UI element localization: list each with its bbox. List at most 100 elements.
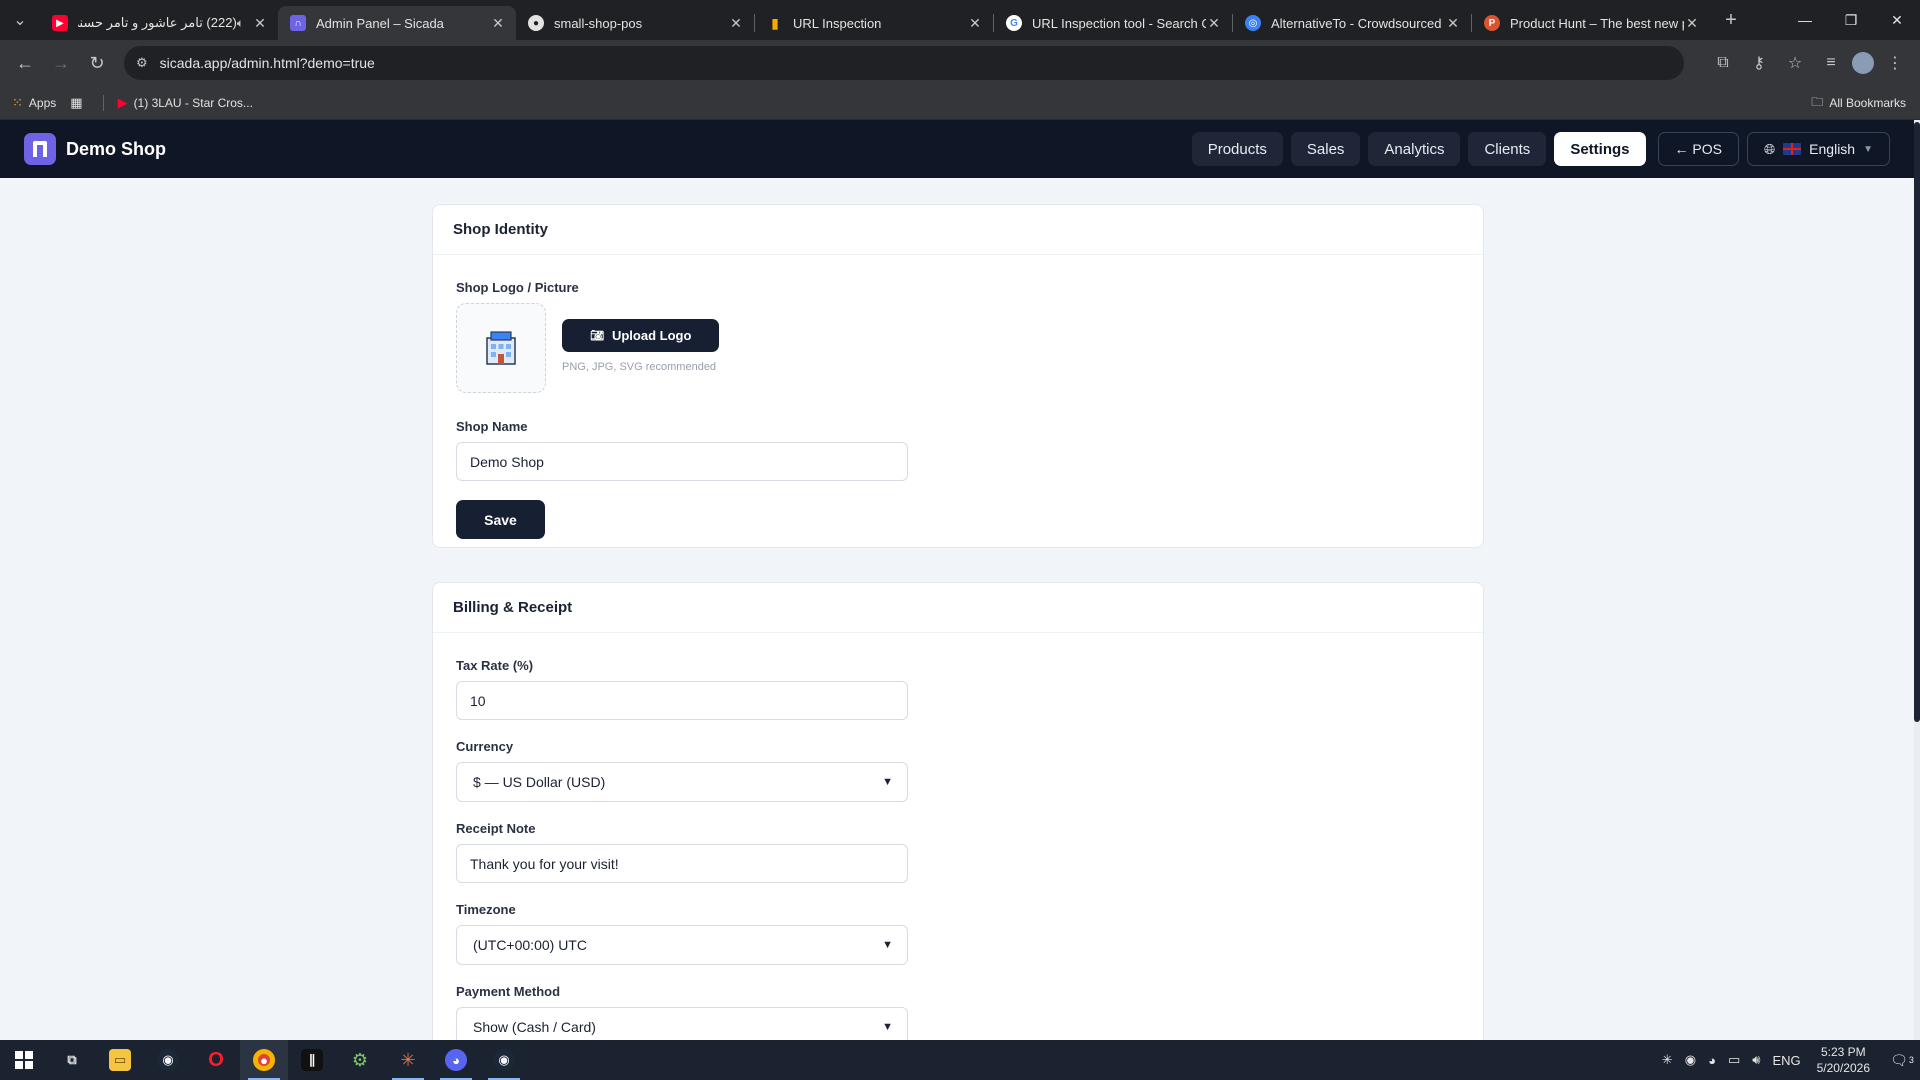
forward-arrow-icon[interactable]: → xyxy=(44,46,78,80)
tab-close-icon[interactable]: ✕ xyxy=(1445,15,1461,32)
tax-rate-input[interactable]: 10 xyxy=(456,681,908,720)
currency-select[interactable]: $ — US Dollar (USD) ▼ xyxy=(456,762,908,802)
new-tab-icon[interactable]: + xyxy=(1714,3,1748,37)
restore-icon[interactable]: ❐ xyxy=(1828,0,1874,40)
brand[interactable]: Demo Shop xyxy=(24,133,166,165)
tab-title: small-shop-pos xyxy=(554,15,643,31)
logo-preview[interactable] xyxy=(456,303,546,393)
tab-close-icon[interactable]: ✕ xyxy=(1684,15,1700,32)
bookmark-label: Apps xyxy=(28,95,57,110)
page-viewport: Demo Shop Products Sales Analytics Clien… xyxy=(0,120,1920,1040)
tab-title: URL Inspection xyxy=(793,15,882,31)
settings-gear-icon[interactable]: ⚙ xyxy=(336,1040,384,1080)
bookmark-star-icon[interactable]: ☆ xyxy=(1780,46,1810,80)
speaker-icon[interactable]: 🔈︎ xyxy=(237,16,244,31)
steam-tray-icon[interactable]: ◉ xyxy=(1685,1052,1696,1068)
upload-logo-button[interactable]: 📷︎ Upload Logo xyxy=(562,319,720,352)
tab-title: Admin Panel – Sicada xyxy=(316,15,444,31)
file-explorer-icon[interactable]: ▭ xyxy=(96,1040,144,1080)
folder-icon: 🗀︎ xyxy=(1811,94,1824,109)
tab-title: (222) تامر عاشور و تامر حسني xyxy=(78,15,237,30)
site-info-icon[interactable]: ⚙︎ xyxy=(136,55,148,71)
save-button[interactable]: Save xyxy=(456,500,545,539)
address-bar[interactable]: ⚙︎ sicada.app/admin.html?demo=true xyxy=(124,46,1684,80)
browser-tab-product-hunt[interactable]: P Product Hunt – The best new p ✕ xyxy=(1472,6,1710,40)
tab-close-icon[interactable]: ✕ xyxy=(728,15,744,32)
browser-tab-url-inspection[interactable]: ▮ URL Inspection ✕ xyxy=(755,6,993,40)
bookmark-3lau[interactable]: ▶ (1) 3LAU - Star Cros... xyxy=(118,95,253,111)
tab-groups-icon[interactable]: ▦ xyxy=(70,95,88,111)
camera-icon: 📷︎ xyxy=(590,330,604,342)
all-bookmarks-label: All Bookmarks xyxy=(1829,96,1906,110)
brand-logo-icon xyxy=(24,133,56,165)
tab-close-icon[interactable]: ✕ xyxy=(967,15,983,32)
bookmark-apps[interactable]: ⁙ Apps xyxy=(12,95,56,111)
payment-method-select[interactable]: Show (Cash / Card) ▼ xyxy=(456,1007,908,1040)
browser-tab-small-shop-pos[interactable]: ● small-shop-pos ✕ xyxy=(516,6,754,40)
task-view-icon[interactable]: ⧉ xyxy=(48,1040,96,1080)
back-arrow-icon[interactable]: ← xyxy=(8,46,42,80)
install-app-icon[interactable]: ⧉ xyxy=(1708,46,1738,80)
discord-tray-icon[interactable]: ◕ xyxy=(1708,1053,1716,1068)
brand-name: Demo Shop xyxy=(66,138,167,159)
reload-icon[interactable]: ↻ xyxy=(80,46,114,80)
browser-tab-youtube[interactable]: ▶ (222) تامر عاشور و تامر حسني 🔈︎ ✕ xyxy=(40,6,278,40)
scrollbar-thumb[interactable] xyxy=(1914,122,1920,722)
minimize-icon[interactable]: — xyxy=(1782,0,1828,40)
notification-center-icon[interactable]: 🗨︎ 3 xyxy=(1884,1040,1920,1080)
timezone-select[interactable]: (UTC+00:00) UTC ▼ xyxy=(456,925,908,965)
media-controls-icon[interactable]: ≡ xyxy=(1816,46,1846,80)
tab-close-icon[interactable]: ✕ xyxy=(1206,15,1222,32)
window-controls: — ❐ ✕ xyxy=(1782,0,1920,40)
input-language[interactable]: ENG xyxy=(1772,1053,1800,1068)
chevron-down-icon: ▼ xyxy=(882,939,893,951)
discord-icon[interactable]: ◕ xyxy=(432,1040,480,1080)
os-taskbar: ⧉ ▭ ◉ O ● ∥ ⚙ ✳ ◕ ◉ ✳ ◉ ◕ ▭ 🔊︎ ENG 5:23 … xyxy=(0,1040,1920,1080)
product-hunt-favicon-icon: P xyxy=(1484,15,1500,31)
browser-tab-alternativeto[interactable]: ◎ AlternativeTo - Crowdsourced s ✕ xyxy=(1233,6,1471,40)
receipt-note-input[interactable]: Thank you for your visit! xyxy=(456,844,908,883)
system-clock[interactable]: 5:23 PM 5/20/2026 xyxy=(1817,1044,1870,1076)
volume-icon[interactable]: 🔊︎ xyxy=(1752,1052,1760,1068)
profile-avatar[interactable] xyxy=(1852,52,1874,74)
shop-logo-label: Shop Logo / Picture xyxy=(456,280,579,295)
browser-tab-strip: ⌄ ▶ (222) تامر عاشور و تامر حسني 🔈︎ ✕ ∩ … xyxy=(0,0,1920,40)
network-icon[interactable]: ▭ xyxy=(1728,1052,1740,1068)
language-label: English xyxy=(1809,141,1856,157)
chrome-icon[interactable]: ● xyxy=(240,1040,288,1080)
all-bookmarks[interactable]: 🗀︎ All Bookmarks xyxy=(1811,86,1906,120)
apps-grid-icon: ⁙ xyxy=(12,94,23,110)
tab-search-chevron-icon[interactable]: ⌄ xyxy=(0,0,40,40)
browser-tab-url-inspection-tool[interactable]: G URL Inspection tool - Search Co ✕ xyxy=(994,6,1232,40)
language-selector[interactable]: 🌐︎ English ▼ xyxy=(1746,132,1890,166)
claude-tray-icon[interactable]: ✳ xyxy=(1662,1052,1673,1068)
steam-icon[interactable]: ◉ xyxy=(144,1040,192,1080)
pos-button[interactable]: ← POS xyxy=(1657,132,1739,166)
search-console-favicon-icon: ▮ xyxy=(771,14,779,31)
close-window-icon[interactable]: ✕ xyxy=(1874,0,1920,40)
tab-close-icon[interactable]: ✕ xyxy=(490,15,506,32)
nav-products[interactable]: Products xyxy=(1191,132,1283,166)
tab-close-icon[interactable]: ✕ xyxy=(252,15,268,32)
browser-tab-admin-panel[interactable]: ∩ Admin Panel – Sicada ✕ xyxy=(278,6,516,40)
chevron-down-icon: ▼ xyxy=(882,1021,893,1033)
alternativeto-favicon-icon: ◎ xyxy=(1245,15,1261,31)
chevron-down-icon: ▼ xyxy=(882,776,893,788)
password-key-icon[interactable]: ⚷ xyxy=(1744,46,1774,80)
globe-icon: 🌐︎ xyxy=(1763,140,1776,157)
steam-running-icon[interactable]: ◉ xyxy=(480,1040,528,1080)
terminal-icon[interactable]: ∥ xyxy=(288,1040,336,1080)
clock-time: 5:23 PM xyxy=(1820,1045,1866,1059)
nav-analytics[interactable]: Analytics xyxy=(1368,132,1461,166)
menu-kebab-icon[interactable]: ⋮ xyxy=(1880,46,1910,80)
nav-settings[interactable]: Settings xyxy=(1554,132,1646,166)
opera-icon[interactable]: O xyxy=(192,1040,240,1080)
page-scrollbar[interactable] xyxy=(1914,120,1920,1040)
currency-value: $ — US Dollar (USD) xyxy=(473,774,606,790)
youtube-icon: ▶ xyxy=(117,94,128,110)
nav-sales[interactable]: Sales xyxy=(1290,132,1361,166)
windows-start-icon[interactable] xyxy=(0,1040,48,1080)
shop-name-input[interactable]: Demo Shop xyxy=(456,442,908,481)
nav-clients[interactable]: Clients xyxy=(1468,132,1547,166)
claude-icon[interactable]: ✳ xyxy=(384,1040,432,1080)
